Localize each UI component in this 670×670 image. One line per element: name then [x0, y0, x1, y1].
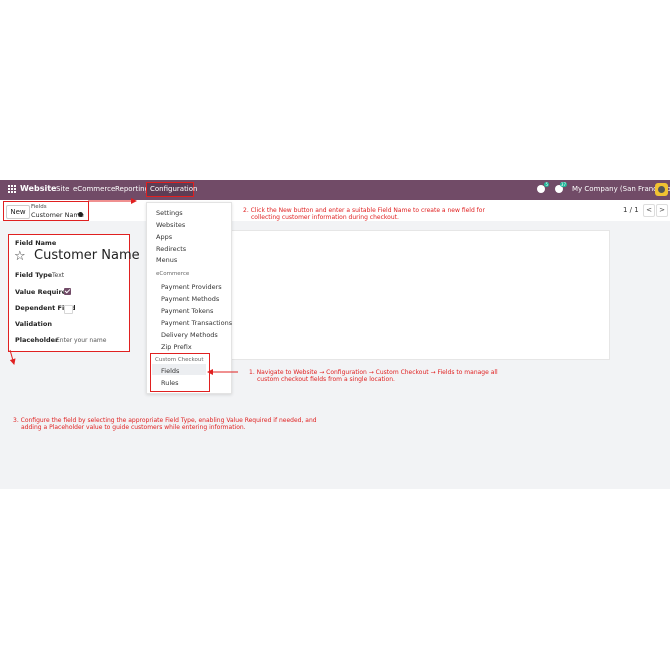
- arrow-to-note-3: [9, 349, 16, 365]
- annotation-arrows: [9, 198, 238, 375]
